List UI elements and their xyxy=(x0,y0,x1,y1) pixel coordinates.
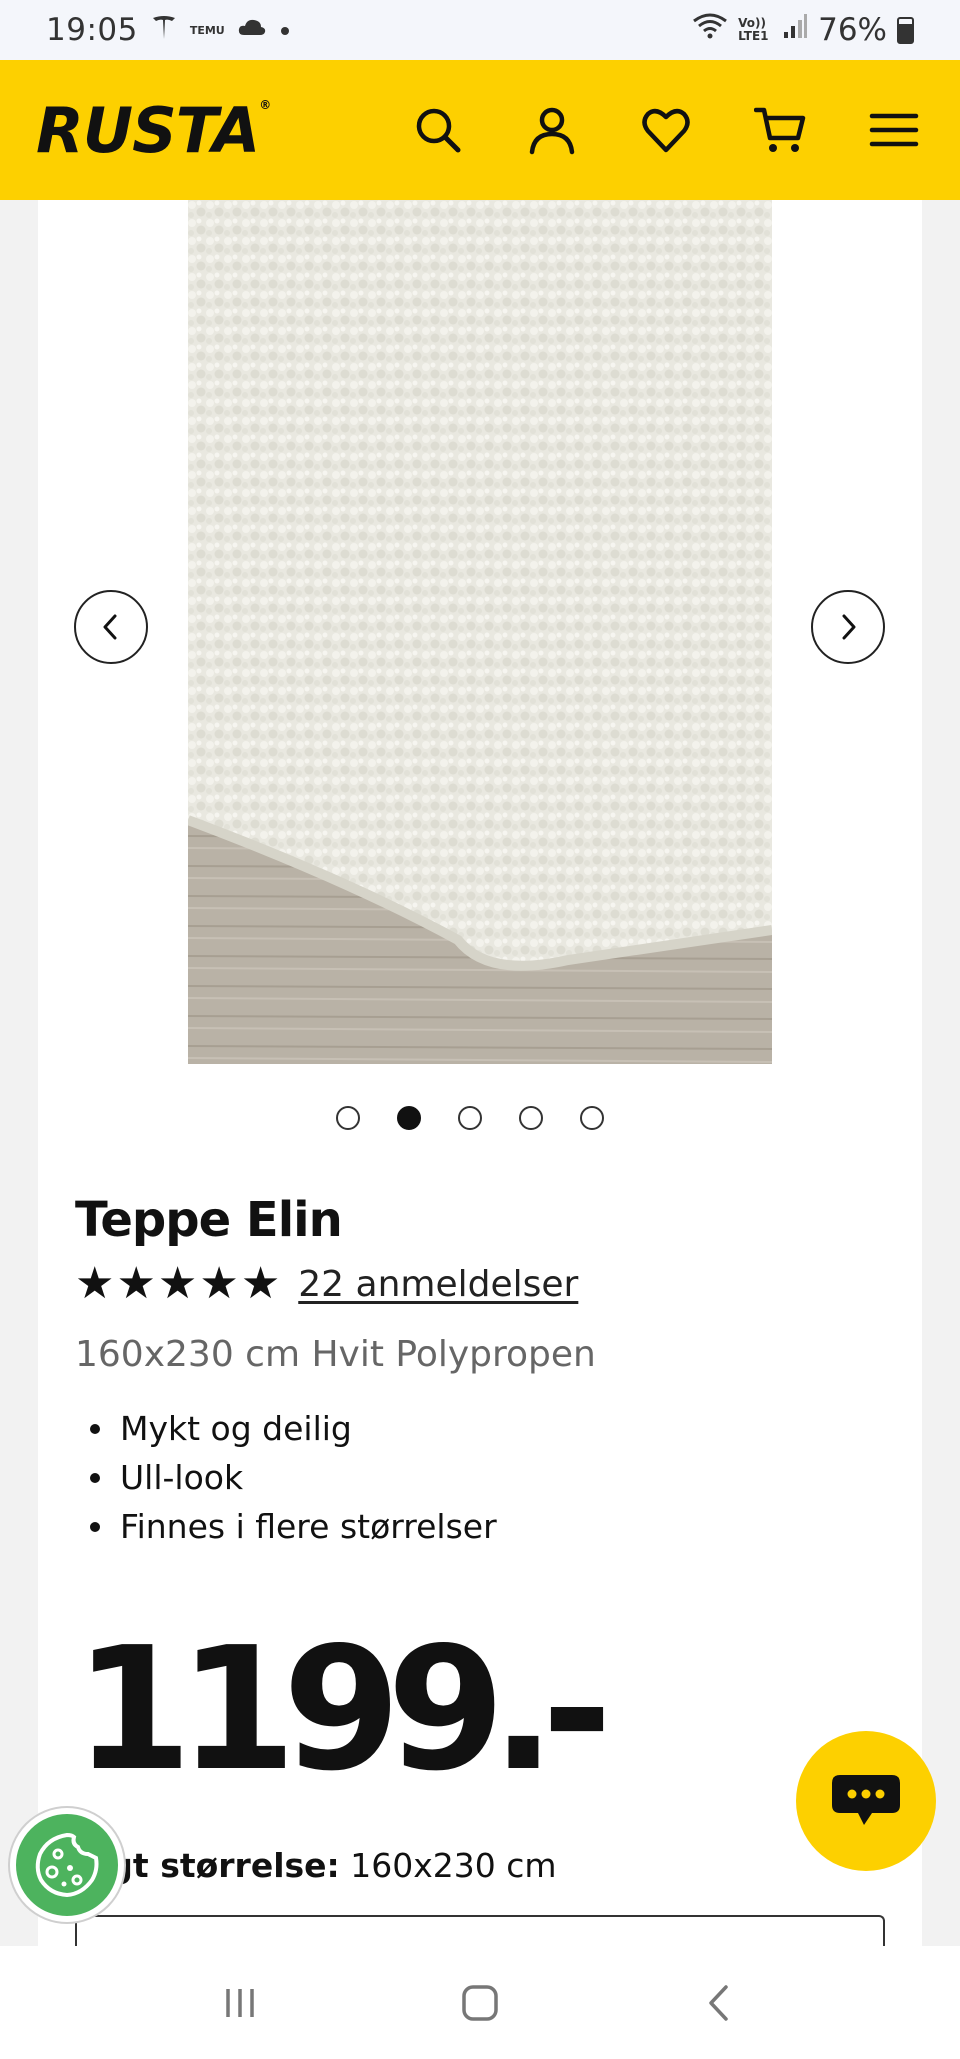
temu-icon: TEMU xyxy=(189,23,225,37)
cookie-settings-button[interactable] xyxy=(10,1808,124,1922)
star-icon: ★ xyxy=(116,1258,156,1309)
status-bar: 19:05 TEMU Vo)) LTE1 76% xyxy=(0,0,960,60)
dot-icon xyxy=(279,18,291,43)
cookie-icon xyxy=(35,1832,99,1898)
star-icon: ★ xyxy=(240,1258,281,1309)
product-title: Teppe Elin xyxy=(75,1192,343,1248)
feature-list: Mykt og deilig Ull-look Finnes i flere s… xyxy=(90,1404,497,1551)
product-price: 1199.- xyxy=(74,1611,612,1809)
product-card: Teppe Elin ★ ★ ★ ★ ★ 22 anmeldelser 160x230 … xyxy=(38,200,922,1946)
gallery-dot[interactable] xyxy=(397,1106,421,1130)
feature-item: Finnes i flere størrelser xyxy=(90,1502,497,1551)
gallery-dot[interactable] xyxy=(580,1106,604,1130)
menu-icon[interactable] xyxy=(868,104,920,156)
wishlist-icon[interactable] xyxy=(640,104,692,156)
back-button[interactable] xyxy=(680,1973,760,2033)
recent-apps-icon xyxy=(226,1988,254,2017)
gallery-dots xyxy=(28,1106,912,1130)
wifi-icon xyxy=(692,11,728,49)
tesla-icon xyxy=(150,13,178,47)
rating-stars: ★ ★ ★ ★ ★ xyxy=(75,1262,280,1306)
back-icon xyxy=(709,1984,728,2021)
chevron-left-icon xyxy=(103,614,117,640)
cloud-icon xyxy=(237,17,267,43)
cart-icon[interactable] xyxy=(754,104,806,156)
reviews-link[interactable]: 22 anmeldelser xyxy=(298,1264,578,1305)
home-icon xyxy=(462,1984,498,2021)
gallery-next-button[interactable] xyxy=(811,590,885,664)
product-rating: ★ ★ ★ ★ ★ 22 anmeldelser xyxy=(75,1262,578,1306)
star-icon: ★ xyxy=(199,1258,239,1309)
account-icon[interactable] xyxy=(526,104,578,156)
recent-apps-button[interactable] xyxy=(200,1973,280,2033)
feature-item: Mykt og deilig xyxy=(90,1404,497,1453)
product-subtitle: 160x230 cm Hvit Polypropen xyxy=(75,1334,596,1375)
size-value: 160x230 cm xyxy=(350,1846,557,1885)
feature-item: Ull-look xyxy=(90,1453,497,1502)
product-image[interactable] xyxy=(188,200,772,1064)
battery-level: 76% xyxy=(818,12,887,48)
gallery-dot[interactable] xyxy=(336,1106,360,1130)
home-button[interactable] xyxy=(440,1973,520,2033)
signal-icon xyxy=(782,12,808,48)
status-time: 19:05 xyxy=(46,12,138,48)
gallery-prev-button[interactable] xyxy=(74,590,148,664)
star-icon: ★ xyxy=(157,1258,198,1309)
system-nav-bar xyxy=(0,1946,960,2059)
battery-icon xyxy=(897,16,914,44)
chat-icon xyxy=(832,1775,900,1825)
network-label: Vo)) LTE1 xyxy=(738,15,769,43)
gallery-dot[interactable] xyxy=(458,1106,482,1130)
chevron-right-icon xyxy=(842,614,856,640)
search-icon[interactable] xyxy=(412,104,464,156)
gallery-dot[interactable] xyxy=(519,1106,543,1130)
rusta-logo[interactable]: RUSTA® xyxy=(36,94,271,167)
size-label: lgt størrelse: 160x230 cm xyxy=(98,1846,557,1885)
star-icon: ★ xyxy=(75,1258,115,1309)
chat-button[interactable] xyxy=(796,1731,936,1871)
site-header: RUSTA® xyxy=(0,60,960,200)
